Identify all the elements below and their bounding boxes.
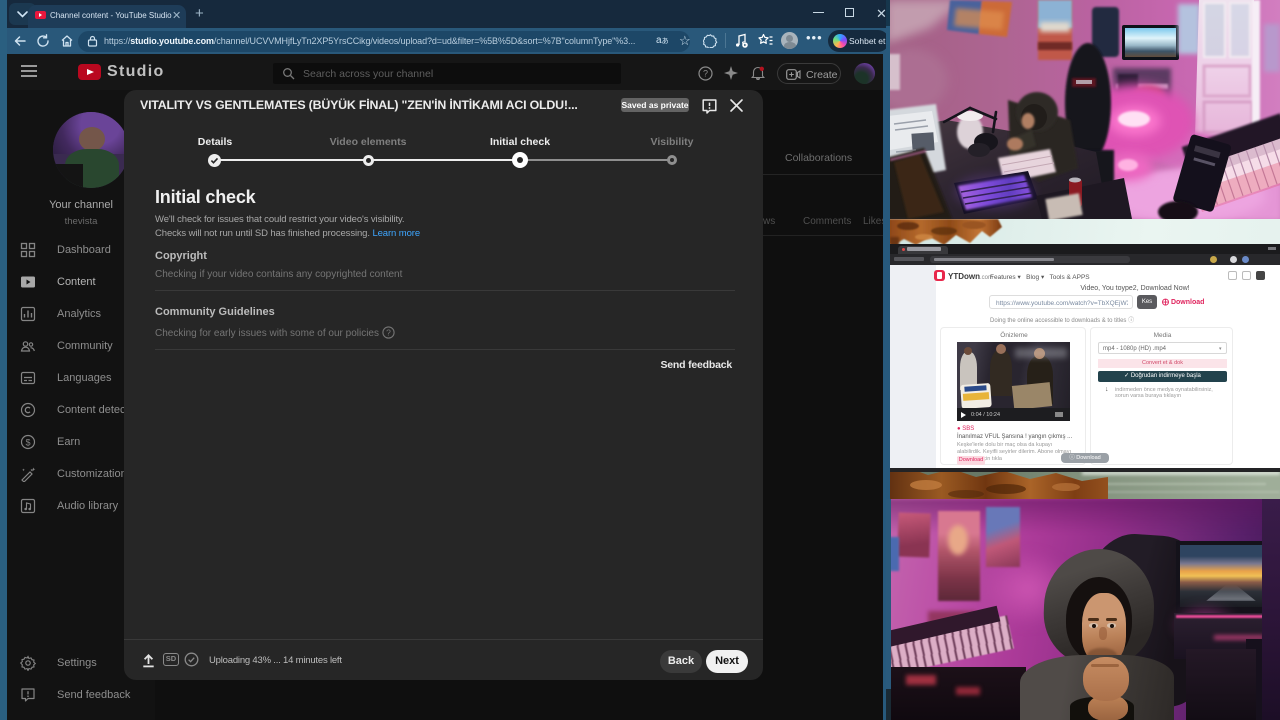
svg-text:?: ?	[386, 327, 391, 337]
svg-text:$: $	[25, 437, 30, 447]
svg-text:?: ?	[703, 69, 708, 79]
